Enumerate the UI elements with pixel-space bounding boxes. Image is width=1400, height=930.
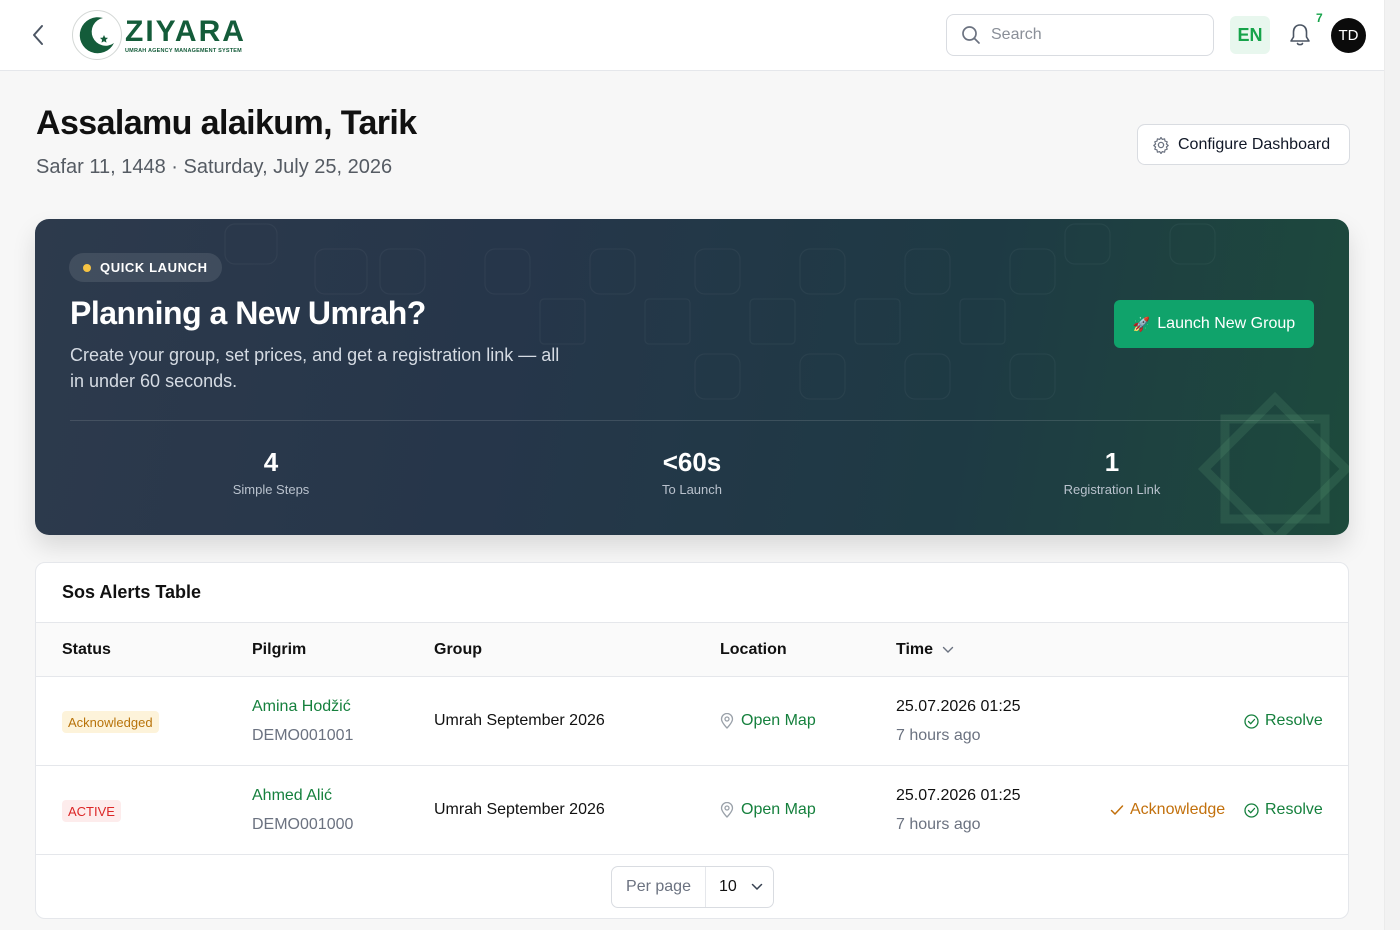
stat-value: <60s <box>662 447 722 477</box>
pilgrim-id: DEMO001000 <box>252 816 354 833</box>
card-title: Sos Alerts Table <box>62 582 202 602</box>
search-box[interactable] <box>946 14 1214 56</box>
open-map-label: Open Map <box>741 712 816 729</box>
configure-dashboard-button[interactable]: Configure Dashboard <box>1137 124 1350 165</box>
alert-time: 25.07.2026 01:25 <box>896 698 1021 715</box>
status-dot-icon <box>83 263 91 272</box>
back-button[interactable] <box>26 22 50 48</box>
resolve-button[interactable]: Resolve <box>1244 801 1323 819</box>
launch-new-group-button[interactable]: 🚀 Launch New Group <box>1114 300 1314 348</box>
language-switcher[interactable]: EN <box>1230 16 1270 54</box>
acknowledge-button[interactable]: Acknowledge <box>1110 801 1225 819</box>
map-pin-icon <box>720 713 734 729</box>
hero-title: Planning a New Umrah? <box>70 295 426 331</box>
table-row: ACTIVE Ahmed Alić DEMO001000 Umrah Septe… <box>36 766 1348 855</box>
column-header-time-label: Time <box>896 641 934 658</box>
bell-icon <box>1290 24 1310 46</box>
column-header-location: Location <box>720 641 787 658</box>
alert-relative-time: 7 hours ago <box>896 816 981 833</box>
stat-value: 1 <box>1104 447 1120 477</box>
chevron-down-icon <box>751 883 763 891</box>
stat-label: Simple Steps <box>232 482 310 497</box>
brand-text: ZIYARA UMRAH AGENCY MANAGEMENT SYSTEM <box>125 14 246 54</box>
notifications-button[interactable] <box>1287 21 1313 49</box>
status-badge: Acknowledged <box>62 711 159 733</box>
crescent-star-logo <box>72 10 122 60</box>
check-circle-icon <box>1244 802 1259 818</box>
open-map-link[interactable]: Open Map <box>720 801 816 819</box>
resolve-label: Resolve <box>1265 801 1323 818</box>
gear-icon <box>1153 136 1169 154</box>
page-title: Assalamu alaikum, Tarik <box>36 104 417 142</box>
hero-divider <box>70 420 1314 421</box>
top-bar: ZIYARA UMRAH AGENCY MANAGEMENT SYSTEM EN… <box>0 0 1384 71</box>
pilgrim-name-link[interactable]: Ahmed Alić <box>252 787 332 805</box>
table-header: Status Pilgrim Group Location Time <box>36 622 1348 677</box>
column-header-time[interactable]: Time <box>896 641 954 659</box>
alert-time: 25.07.2026 01:25 <box>896 787 1021 804</box>
configure-dashboard-label: Configure Dashboard <box>1178 135 1331 153</box>
brand-logo[interactable]: ZIYARA UMRAH AGENCY MANAGEMENT SYSTEM <box>71 9 246 61</box>
stat-registration-link: 1 Registration Link <box>1012 447 1212 497</box>
column-header-status: Status <box>62 641 111 658</box>
status-badge: ACTIVE <box>62 800 121 822</box>
per-page-select[interactable]: Per page 10 <box>611 866 774 908</box>
per-page-label: Per page <box>612 867 706 907</box>
chevron-down-icon <box>942 646 954 653</box>
stat-value: 4 <box>263 447 279 477</box>
stat-launch-time: <60s To Launch <box>592 447 792 497</box>
pilgrim-name-link[interactable]: Amina Hodžić <box>252 698 351 716</box>
stat-label: To Launch <box>662 482 722 497</box>
chevron-left-icon <box>33 25 43 45</box>
search-icon <box>962 26 980 44</box>
pilgrim-id: DEMO001001 <box>252 727 354 744</box>
map-pin-icon <box>720 802 734 818</box>
launch-new-group-label: Launch New Group <box>1157 315 1296 332</box>
column-header-pilgrim: Pilgrim <box>252 641 307 658</box>
scrollbar-track[interactable] <box>1384 0 1400 930</box>
sos-alerts-card: Sos Alerts Table Status Pilgrim Group Lo… <box>35 562 1349 919</box>
group-name: Umrah September 2026 <box>434 712 605 729</box>
quick-launch-pill: QUICK LAUNCH <box>69 253 222 282</box>
per-page-value: 10 <box>719 878 737 895</box>
quick-launch-banner: QUICK LAUNCH Planning a New Umrah? Creat… <box>35 219 1349 535</box>
check-icon <box>1110 805 1124 815</box>
stat-label: Registration Link <box>1063 482 1161 497</box>
open-map-label: Open Map <box>741 801 816 818</box>
acknowledge-label: Acknowledge <box>1130 801 1226 818</box>
resolve-button[interactable]: Resolve <box>1244 712 1323 730</box>
resolve-label: Resolve <box>1265 712 1323 729</box>
check-circle-icon <box>1244 713 1259 729</box>
group-name: Umrah September 2026 <box>434 801 605 818</box>
brand-tagline: UMRAH AGENCY MANAGEMENT SYSTEM <box>125 47 242 54</box>
table-row: Acknowledged Amina Hodžić DEMO001001 Umr… <box>36 677 1348 766</box>
column-header-group: Group <box>434 641 482 658</box>
alert-relative-time: 7 hours ago <box>896 727 981 744</box>
brand-name: ZIYARA <box>125 14 246 48</box>
hero-description: Create your group, set prices, and get a… <box>70 345 560 391</box>
user-avatar[interactable]: TD <box>1331 18 1366 53</box>
open-map-link[interactable]: Open Map <box>720 712 816 730</box>
stat-steps: 4 Simple Steps <box>171 447 371 497</box>
rocket-icon: 🚀 <box>1132 315 1151 332</box>
search-input[interactable] <box>991 26 1191 44</box>
notification-count-badge: 7 <box>1316 11 1323 25</box>
quick-launch-label: QUICK LAUNCH <box>100 260 208 275</box>
date-line: Safar 11, 1448 · Saturday, July 25, 2026 <box>36 156 393 178</box>
